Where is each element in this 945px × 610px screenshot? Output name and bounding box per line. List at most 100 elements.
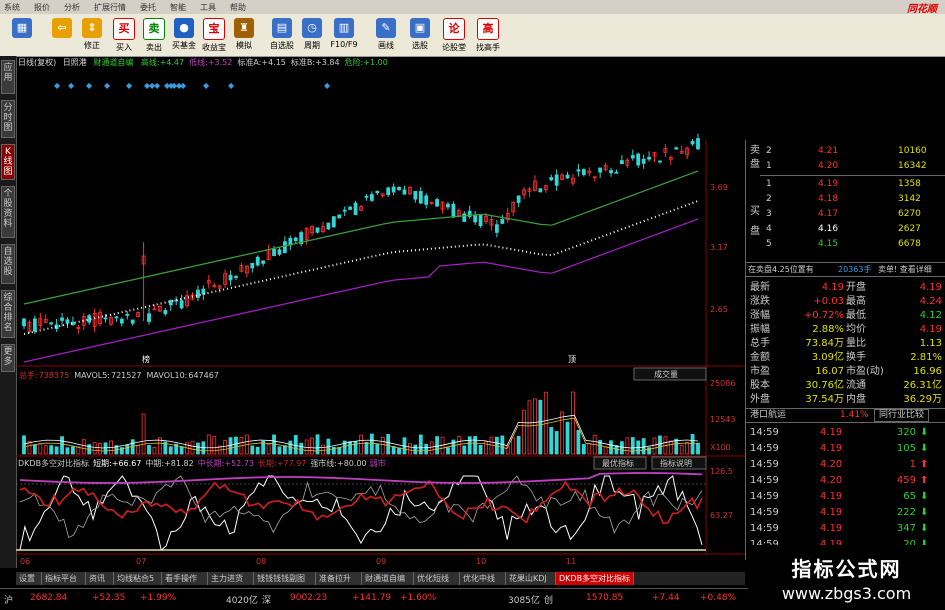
indicator-tab[interactable]: 看手操作 (162, 572, 208, 585)
candle-body (228, 274, 233, 281)
quote-value: 4.19 (919, 324, 942, 335)
volume-bar (609, 440, 613, 455)
toolbar-button-f10[interactable]: ▥ F10/F9 (330, 16, 358, 54)
menu-item[interactable]: 工具 (200, 2, 216, 13)
indicator-tab[interactable]: 优化短线 (414, 572, 460, 585)
order-volume: 2627 (898, 224, 921, 234)
buy-row: 2 4.18 3142 (746, 193, 945, 206)
indicator-tab[interactable]: 优化中线 (460, 572, 506, 585)
left-tab-3[interactable]: 个股资料 (1, 186, 15, 238)
industry-compare-button[interactable]: 同行业比较 (874, 409, 930, 422)
volume-bar (408, 443, 412, 455)
toolbar-button-back-arrow[interactable]: ⇦ (48, 16, 76, 54)
indicator-tab[interactable]: 财通道自编 (362, 572, 414, 585)
indicator-tab[interactable]: 资讯 (86, 572, 114, 585)
indicator-tab[interactable]: 均线粘合5 (114, 572, 162, 585)
indicator-tab[interactable]: 钱钱钱钱副图 (254, 572, 316, 585)
volume-bar (679, 445, 684, 455)
menu-item[interactable]: 报价 (34, 2, 50, 13)
toolbar-button-pencil[interactable]: ✎ 画线 (372, 16, 400, 54)
indicator-tab[interactable]: 设置 (16, 572, 42, 585)
left-tab-6[interactable]: 更多 (1, 344, 15, 372)
x-tick: 11 (566, 557, 576, 566)
quote-row: 金额 3.09亿 换手 2.81% (746, 351, 945, 364)
candle-body (630, 155, 635, 159)
indicator-tab[interactable]: 主力进货 (208, 572, 254, 585)
tick-row: 14:59 4.19 105 ⬇ (746, 442, 945, 455)
left-tab-1[interactable]: 分时图 (1, 100, 15, 138)
toolbar-button-buy[interactable]: 买买入 (110, 16, 138, 54)
volume-bar (527, 400, 532, 455)
left-tab-5[interactable]: 综合排名 (1, 290, 15, 338)
order-level: 1 (766, 179, 772, 189)
toolbar-button-forum[interactable]: 论论股堂 (440, 16, 468, 54)
tick-volume: 1 (909, 459, 916, 470)
candle-body (614, 171, 619, 174)
candle-body (152, 308, 157, 311)
chart-area[interactable]: ◆ ◆ ◆ ◆ ◆ ◆◆◆ ◆◆◆◆◆ ◆ ◆ ◆榜 顶3.693.172.65 总手:738375… (16, 56, 745, 572)
volume-bar (228, 437, 233, 455)
candle-body (348, 206, 353, 210)
quote-label: 金额 (750, 352, 770, 363)
volume-bar (446, 447, 450, 455)
signal-marker: ◆ (180, 81, 187, 90)
expert-icon: 高 (477, 18, 499, 40)
status-sz-pct: +1.60% (400, 593, 437, 603)
left-tab-2[interactable]: K线图 (1, 144, 15, 180)
volume-header: 总手:738375 MAVOL5:721527 MAVOL10:647467 (19, 370, 219, 380)
volume-header-part: MAVOL5: (74, 371, 110, 380)
toolbar-button-clock[interactable]: ◷ 周期 (298, 16, 326, 54)
tick-volume: 105 (896, 443, 916, 454)
toolbar-label: 画线 (378, 41, 394, 50)
indicator-tab[interactable]: DKDB多空对比指标 (556, 572, 634, 585)
candle-body (22, 318, 26, 327)
tick-price: 4.19 (820, 523, 843, 534)
menu-item[interactable]: 帮助 (230, 2, 246, 13)
menu-item[interactable]: 扩展行情 (94, 2, 126, 13)
order-price: 4.17 (818, 209, 839, 219)
volume-bar (38, 443, 43, 455)
indicator-tab[interactable]: 花果山KDJ (506, 572, 556, 585)
buy-row: 3 4.17 6270 (746, 208, 945, 221)
chart-marker: 顶 (568, 355, 576, 364)
candle-body (119, 318, 124, 324)
toolbar-button-grid[interactable]: ▦ (8, 16, 36, 54)
candle-body (331, 216, 336, 228)
toolbar-button-up-down-arrow[interactable]: ⇕ 修正 (78, 16, 106, 54)
toolbar-button-simulate[interactable]: ♜ 模拟 (230, 16, 258, 54)
volume-bar (538, 399, 543, 455)
menu-item[interactable]: 系统 (4, 2, 20, 13)
menu-item[interactable]: 智能 (170, 2, 186, 13)
volume-bar (353, 441, 358, 455)
indicator-tab[interactable]: 指标平台 (42, 572, 86, 585)
toolbar-button-expert[interactable]: 高找高手 (474, 16, 502, 54)
toolbar-button-sell[interactable]: 卖卖出 (140, 16, 168, 54)
menu-item[interactable]: 分析 (64, 2, 80, 13)
signal-marker: ◆ (203, 81, 210, 90)
price-tick: 3.69 (710, 183, 728, 192)
toolbar-button-fund[interactable]: ● 买基金 (170, 16, 198, 54)
tick-price: 4.19 (820, 427, 843, 438)
indicator-tab[interactable]: 准备拉升 (316, 572, 362, 585)
toolbar-button-treasure[interactable]: 宝收益宝 (200, 16, 228, 54)
order-level: 1 (766, 161, 772, 171)
volume-bar (359, 434, 363, 455)
toolbar-button-select-stock[interactable]: ▣ 选股 (406, 16, 434, 54)
menu-item[interactable]: 委托 (140, 2, 156, 13)
candle-body (255, 256, 260, 266)
arrow-up-icon: ⬆ (920, 475, 929, 486)
up-down-arrow-icon: ⇕ (82, 18, 102, 38)
price-tick: 3.17 (710, 243, 728, 252)
toolbar-button-watchlist[interactable]: ▤ 自选股 (268, 16, 296, 54)
quote-row: 最新 4.19 开盘 4.19 (746, 281, 945, 294)
big-order-notice[interactable]: 在卖盘4.25位置有 20363手 卖单! 查看详细 (746, 262, 945, 277)
toolbar-label: 找高手 (476, 43, 500, 52)
tick-row: 14:59 4.20 459 ⬆ (746, 474, 945, 487)
left-tab-0[interactable]: 应用 (1, 60, 15, 94)
sell-row: 1 4.20 16342 (746, 160, 945, 173)
status-sh-val: 2682.84 (30, 593, 68, 603)
candle-body (87, 315, 92, 323)
left-tab-4[interactable]: 自选股 (1, 244, 15, 284)
toolbar-label: 周期 (304, 41, 320, 50)
status-cy-val: 1570.85 (586, 593, 624, 603)
